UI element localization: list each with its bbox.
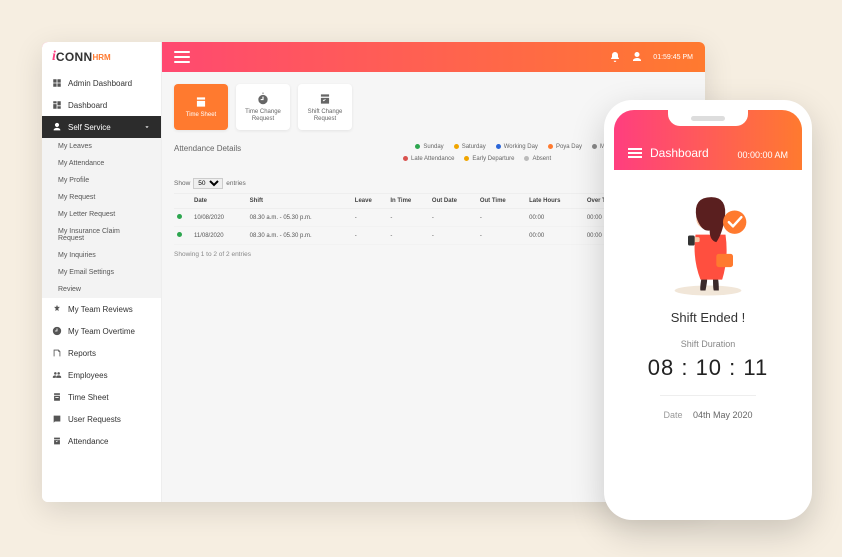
sidebar-item-attendance[interactable]: Attendance [42, 430, 161, 452]
sidebar-sub-my-leaves[interactable]: My Leaves [42, 138, 161, 155]
bell-icon[interactable] [609, 51, 621, 63]
sidebar-sub-my-insurance-claim-request[interactable]: My Insurance Claim Request [42, 223, 161, 247]
user-icon[interactable] [631, 51, 643, 63]
sidebar-item-label: Time Sheet [68, 393, 109, 402]
sidebar-sub-my-request[interactable]: My Request [42, 189, 161, 206]
topbar-right: 01:59:45 PM [609, 51, 693, 63]
date-label: Date [663, 410, 682, 420]
grid-icon [52, 78, 62, 88]
stopwatch-icon [256, 92, 270, 106]
legend-item: Saturday [454, 144, 486, 150]
shift-ended-label: Shift Ended ! [628, 310, 788, 325]
card-time-change-request[interactable]: Time Change Request [236, 84, 290, 130]
table-header-cell[interactable]: In Time [387, 194, 429, 209]
sidebar-item-label: Admin Dashboard [68, 79, 132, 88]
table-header-cell[interactable]: Out Time [477, 194, 526, 209]
sidebar-item-timesheet[interactable]: Time Sheet [42, 386, 161, 408]
legend-item: Absent [524, 156, 551, 162]
logo-hrm: HRM [92, 53, 110, 62]
table-header-cell[interactable]: Out Date [429, 194, 477, 209]
clock-label: 01:59:45 PM [653, 54, 693, 61]
card-label: Time Sheet [186, 112, 216, 119]
shift-duration-value: 08 : 10 : 11 [628, 355, 788, 381]
people-icon [52, 370, 62, 380]
legend-item: Sunday [415, 144, 443, 150]
sidebar-item-self-service[interactable]: Self Service [42, 116, 161, 138]
legend-item: Late Attendance [403, 156, 454, 162]
sidebar-item-team-overtime[interactable]: My Team Overtime [42, 320, 161, 342]
sidebar-sub-my-letter-request[interactable]: My Letter Request [42, 206, 161, 223]
phone-body: Shift Ended ! Shift Duration 08 : 10 : 1… [614, 170, 802, 430]
user-icon [52, 122, 62, 132]
sidebar-item-user-requests[interactable]: User Requests [42, 408, 161, 430]
table-header-cell[interactable]: Date [191, 194, 247, 209]
table-header-cell[interactable]: Leave [352, 194, 388, 209]
timesheet-icon [52, 392, 62, 402]
table-header-cell[interactable] [174, 194, 191, 209]
brand-logo: i CONN HRM [42, 42, 162, 72]
sidebar-item-label: My Team Reviews [68, 305, 133, 314]
sidebar-item-reports[interactable]: Reports [42, 342, 161, 364]
report-icon [52, 348, 62, 358]
card-shift-change-request[interactable]: Shift Change Request [298, 84, 352, 130]
date-value: 04th May 2020 [693, 410, 753, 420]
sidebar-item-label: Reports [68, 349, 96, 358]
request-icon [52, 414, 62, 424]
phone-menu-button[interactable] [628, 148, 642, 158]
clock-icon [52, 326, 62, 336]
entries-select[interactable]: 50 [193, 178, 223, 189]
card-label: Time Change Request [236, 109, 290, 122]
sidebar-item-label: Attendance [68, 437, 108, 446]
attendance-icon [52, 436, 62, 446]
shift-duration-label: Shift Duration [628, 339, 788, 349]
sidebar-sub-my-attendance[interactable]: My Attendance [42, 155, 161, 172]
show-entries: Show 50 entries [174, 178, 246, 189]
phone-time: 00:00:00 AM [737, 150, 788, 160]
table-header-cell[interactable]: Shift [247, 194, 352, 209]
review-icon [52, 304, 62, 314]
status-dot [177, 232, 182, 237]
sidebar-item-team-reviews[interactable]: My Team Reviews [42, 298, 161, 320]
sidebar-sub-my-profile[interactable]: My Profile [42, 172, 161, 189]
menu-toggle-button[interactable] [174, 51, 190, 63]
sidebar-item-label: Dashboard [68, 101, 107, 110]
chevron-down-icon [143, 123, 151, 131]
dashboard-icon [52, 100, 62, 110]
sidebar-item-label: User Requests [68, 415, 121, 424]
legend-item: Working Day [496, 144, 538, 150]
sidebar-sub-review[interactable]: Review [42, 281, 161, 298]
card-label: Shift Change Request [298, 109, 352, 122]
calendar-icon [194, 95, 208, 109]
logo-conn: CONN [56, 50, 93, 64]
sidebar-sub-my-inquiries[interactable]: My Inquiries [42, 247, 161, 264]
sidebar-item-admin-dashboard[interactable]: Admin Dashboard [42, 72, 161, 94]
phone-notch [668, 110, 748, 126]
sidebar-item-employees[interactable]: Employees [42, 364, 161, 386]
sidebar-sub-my-email-settings[interactable]: My Email Settings [42, 264, 161, 281]
card-time-sheet[interactable]: Time Sheet [174, 84, 228, 130]
mobile-app-frame: Dashboard 00:00:00 AM [604, 100, 812, 520]
section-title: Attendance Details [174, 144, 241, 153]
status-dot [177, 214, 182, 219]
show-label-post: entries [226, 180, 246, 187]
sidebar: Admin Dashboard Dashboard Self Service M… [42, 72, 162, 502]
calendar-check-icon [318, 92, 332, 106]
sidebar-item-label: My Team Overtime [68, 327, 135, 336]
sidebar-item-label: Self Service [68, 123, 111, 132]
sidebar-item-dashboard[interactable]: Dashboard [42, 94, 161, 116]
phone-title: Dashboard [650, 146, 709, 160]
divider [660, 395, 756, 396]
show-label-pre: Show [174, 180, 190, 187]
legend-item: Early Departure [464, 156, 514, 162]
table-header-cell[interactable]: Late Hours [526, 194, 584, 209]
illustration-person [658, 188, 758, 298]
sidebar-item-label: Employees [68, 371, 108, 380]
date-row: Date 04th May 2020 [628, 410, 788, 420]
legend-item: Poya Day [548, 144, 582, 150]
